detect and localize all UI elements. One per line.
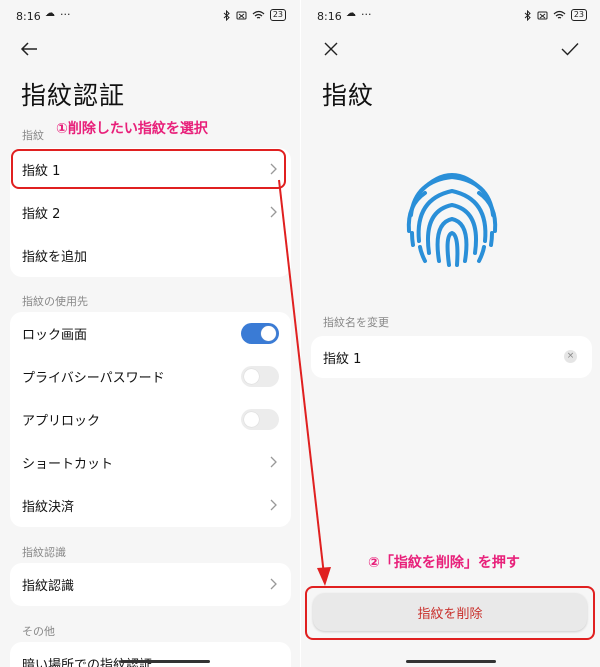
arrow-annotation	[278, 179, 331, 586]
